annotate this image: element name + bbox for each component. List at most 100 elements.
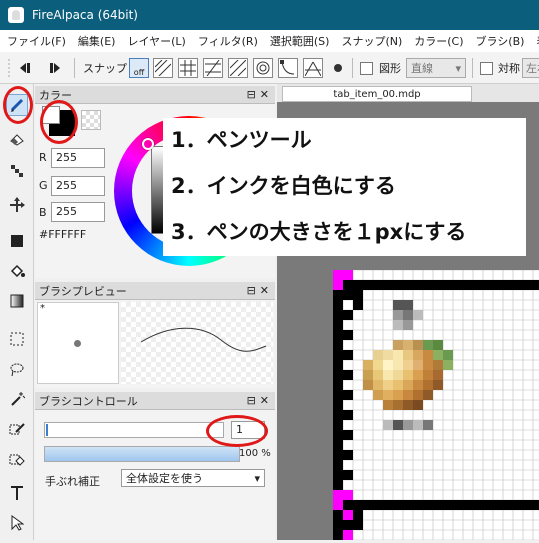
move-tool-icon[interactable] bbox=[6, 194, 28, 216]
snap-setting-icon[interactable] bbox=[330, 58, 346, 78]
snap-diagonal-icon[interactable] bbox=[228, 58, 248, 78]
grid-cell bbox=[403, 490, 413, 500]
frame-pixel bbox=[413, 280, 423, 290]
item-pixel bbox=[403, 350, 413, 360]
grid-cell bbox=[453, 460, 463, 470]
close-icon[interactable]: ✕ bbox=[260, 394, 269, 407]
item-pixel bbox=[383, 360, 393, 370]
menu-file[interactable]: ファイル(F) bbox=[0, 33, 71, 49]
menu-snap[interactable]: スナップ(N) bbox=[334, 33, 407, 49]
lasso-tool-icon[interactable] bbox=[6, 358, 28, 380]
snap-grid-icon[interactable] bbox=[203, 58, 223, 78]
grid-cell bbox=[423, 270, 433, 280]
grid-cell bbox=[473, 410, 483, 420]
next-brush-icon[interactable] bbox=[44, 58, 64, 78]
menu-select[interactable]: 選択範囲(S) bbox=[263, 33, 335, 49]
menu-edit[interactable]: 編集(E) bbox=[71, 33, 121, 49]
dock-icon[interactable]: ⊟ bbox=[247, 284, 256, 297]
grid-cell bbox=[413, 440, 423, 450]
grid-cell bbox=[373, 460, 383, 470]
frame-pixel bbox=[373, 500, 383, 510]
operation-tool-icon[interactable] bbox=[6, 512, 28, 534]
shape-checkbox[interactable] bbox=[360, 62, 373, 75]
grid-cell bbox=[423, 450, 433, 460]
grid-cell bbox=[493, 320, 503, 330]
menu-layer[interactable]: レイヤー(L) bbox=[120, 33, 190, 49]
b-input[interactable]: 255 bbox=[51, 202, 105, 222]
r-input[interactable]: 255 bbox=[51, 148, 105, 168]
grid-cell bbox=[463, 530, 473, 540]
g-input[interactable]: 255 bbox=[51, 176, 105, 196]
menu-color[interactable]: カラー(C) bbox=[407, 33, 468, 49]
item-pixel bbox=[373, 350, 383, 360]
frame-pixel bbox=[523, 500, 533, 510]
grid-cell bbox=[533, 440, 539, 450]
frame-pixel bbox=[503, 500, 513, 510]
grid-cell bbox=[413, 290, 423, 300]
grid-cell bbox=[443, 320, 453, 330]
snap-cross-icon[interactable] bbox=[178, 58, 198, 78]
snap-off-button[interactable]: off bbox=[129, 58, 149, 78]
dock-icon[interactable]: ⊟ bbox=[247, 394, 256, 407]
magic-wand-tool-icon[interactable] bbox=[6, 388, 28, 410]
bucket-tool-icon[interactable] bbox=[6, 260, 28, 282]
snap-perspective-icon[interactable] bbox=[303, 58, 323, 78]
select-eraser-tool-icon[interactable] bbox=[6, 448, 28, 470]
brush-opacity-slider[interactable] bbox=[44, 446, 240, 462]
grid-cell bbox=[483, 520, 493, 530]
canvas-document[interactable] bbox=[332, 269, 539, 541]
close-icon[interactable]: ✕ bbox=[260, 88, 269, 101]
frame-pixel bbox=[333, 380, 343, 390]
transparent-color-swatch[interactable] bbox=[81, 110, 101, 130]
frame-pixel bbox=[343, 290, 353, 300]
item-pixel bbox=[403, 390, 413, 400]
text-tool-icon[interactable] bbox=[6, 482, 28, 504]
prev-brush-icon[interactable] bbox=[16, 58, 36, 78]
snap-parallel-icon[interactable] bbox=[153, 58, 173, 78]
snap-concentric-icon[interactable] bbox=[253, 58, 273, 78]
menu-filter[interactable]: フィルタ(R) bbox=[191, 33, 263, 49]
hue-cursor[interactable] bbox=[142, 138, 154, 150]
close-icon[interactable]: ✕ bbox=[260, 284, 269, 297]
grid-cell bbox=[343, 320, 353, 330]
grid-cell bbox=[433, 480, 443, 490]
grid-cell bbox=[453, 390, 463, 400]
gradient-tool-icon[interactable] bbox=[6, 290, 28, 312]
item-pixel bbox=[413, 360, 423, 370]
menu-brush[interactable]: ブラシ(B) bbox=[469, 33, 530, 49]
grid-cell bbox=[353, 320, 363, 330]
eraser-tool-icon[interactable] bbox=[6, 128, 28, 150]
brush-size-slider[interactable] bbox=[44, 422, 224, 438]
frame-pixel bbox=[333, 300, 343, 310]
grid-cell bbox=[463, 430, 473, 440]
item-pixel bbox=[423, 420, 433, 430]
select-rect-tool-icon[interactable] bbox=[6, 328, 28, 350]
frame-pixel bbox=[353, 500, 363, 510]
dock-icon[interactable]: ⊟ bbox=[247, 88, 256, 101]
grid-cell bbox=[453, 410, 463, 420]
grid-cell bbox=[483, 470, 493, 480]
snap-curve-icon[interactable] bbox=[278, 58, 298, 78]
grid-cell bbox=[513, 490, 523, 500]
fill-rect-tool-icon[interactable] bbox=[6, 230, 28, 252]
symmetry-checkbox[interactable] bbox=[480, 62, 493, 75]
grid-cell bbox=[493, 460, 503, 470]
grid-cell bbox=[453, 420, 463, 430]
grid-cell bbox=[363, 520, 373, 530]
menu-view[interactable]: 表示 bbox=[529, 33, 539, 49]
select-pen-tool-icon[interactable] bbox=[6, 418, 28, 440]
stabilizer-select[interactable]: 全体設定を使う ▾ bbox=[121, 469, 265, 487]
shape-select[interactable]: 直線 ▾ bbox=[406, 58, 466, 78]
grid-cell bbox=[483, 360, 493, 370]
grid-cell bbox=[483, 300, 493, 310]
dot-tool-icon[interactable] bbox=[6, 160, 28, 182]
item-pixel bbox=[443, 360, 453, 370]
document-tab[interactable]: tab_item_00.mdp bbox=[282, 86, 472, 102]
item-pixel bbox=[393, 370, 403, 380]
grid-cell bbox=[483, 410, 493, 420]
symmetry-select[interactable]: 左右 bbox=[522, 58, 539, 78]
snap-label: スナップ bbox=[83, 62, 127, 75]
item-pixel bbox=[423, 380, 433, 390]
grid-cell bbox=[383, 330, 393, 340]
item-pixel bbox=[393, 400, 403, 410]
